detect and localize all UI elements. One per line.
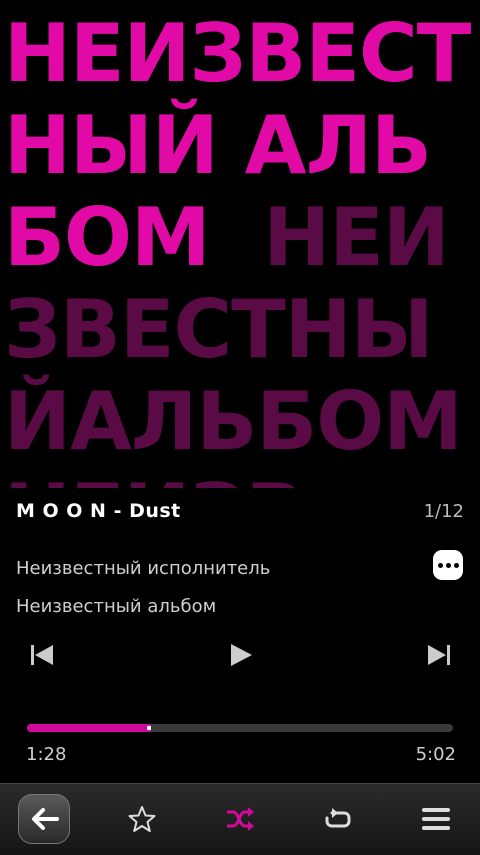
shuffle-icon bbox=[227, 807, 254, 831]
shuffle-button[interactable] bbox=[214, 794, 266, 844]
track-header: M O O N - Dust 1/12 bbox=[16, 496, 464, 526]
elapsed-time: 1:28 bbox=[26, 744, 67, 765]
more-icon bbox=[436, 562, 460, 568]
previous-button[interactable] bbox=[27, 640, 57, 670]
repeat-icon bbox=[325, 808, 351, 828]
progress-bar[interactable] bbox=[27, 724, 453, 732]
next-button[interactable] bbox=[424, 640, 454, 670]
more-options-button[interactable] bbox=[433, 550, 463, 580]
play-icon bbox=[231, 644, 252, 666]
menu-button[interactable] bbox=[410, 794, 462, 844]
next-icon bbox=[428, 645, 450, 665]
artist-name: Неизвестный исполнитель bbox=[16, 558, 271, 579]
star-icon bbox=[128, 806, 156, 832]
menu-icon bbox=[422, 808, 450, 830]
total-time: 5:02 bbox=[415, 744, 456, 765]
repeat-button[interactable] bbox=[312, 794, 364, 844]
track-position: 1/12 bbox=[423, 500, 464, 522]
back-button[interactable] bbox=[18, 794, 70, 844]
favorite-button[interactable] bbox=[116, 794, 168, 844]
track-meta: Неизвестный исполнитель Неизвестный альб… bbox=[16, 550, 270, 626]
track-title: M O O N - Dust bbox=[16, 500, 181, 522]
album-name: Неизвестный альбом bbox=[16, 596, 217, 617]
back-arrow-icon bbox=[32, 808, 59, 830]
album-art: НЕИЗВЕСТНЫЙ АЛЬБОМ НЕИЗВЕСТНЫЙАЛЬБОМНЕИЗ… bbox=[0, 0, 480, 488]
album-art-text: НЕИЗВЕСТНЫЙ АЛЬБОМ НЕИЗВЕСТНЫЙАЛЬБОМНЕИЗ… bbox=[4, 8, 480, 489]
progress-thumb[interactable] bbox=[146, 726, 151, 730]
previous-icon bbox=[31, 645, 53, 665]
play-button[interactable] bbox=[226, 640, 256, 670]
bottom-toolbar bbox=[0, 783, 480, 855]
progress-fill bbox=[27, 724, 151, 732]
